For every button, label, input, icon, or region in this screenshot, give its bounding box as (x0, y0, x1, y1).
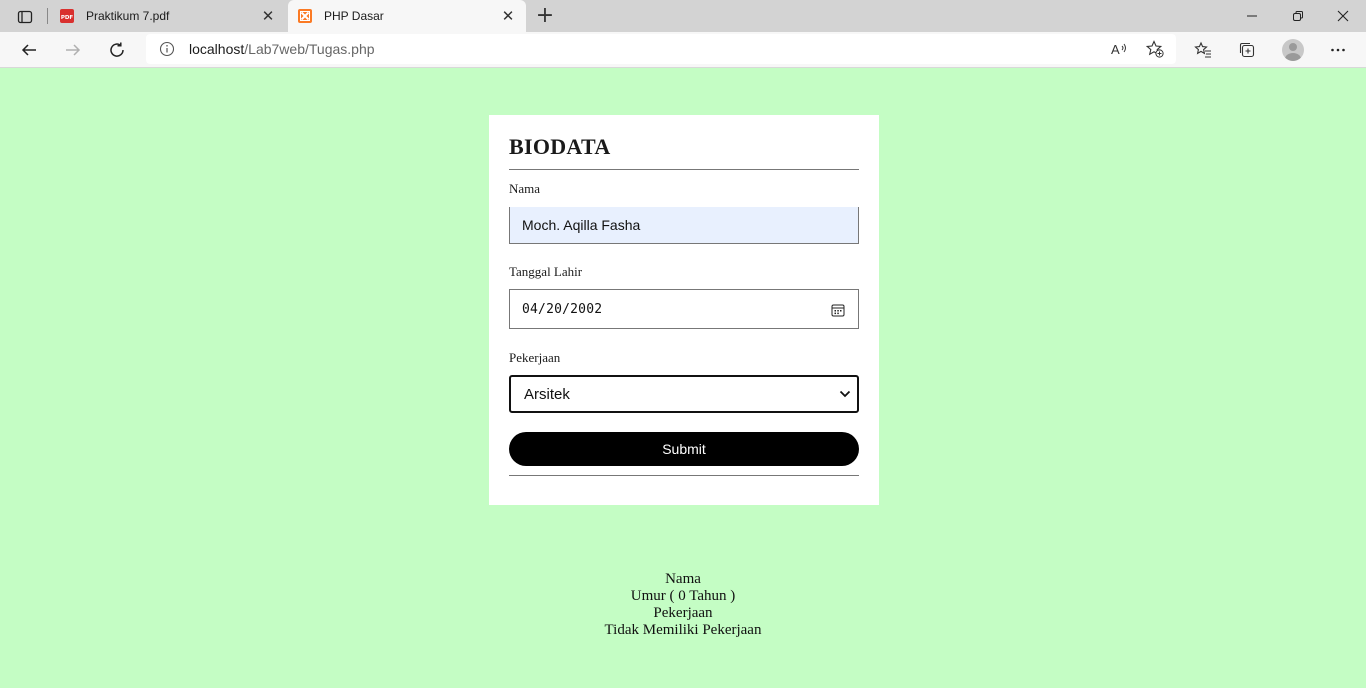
result-job-value: Tidak Memiliki Pekerjaan (604, 622, 762, 638)
page-title: BIODATA (509, 134, 611, 159)
result-output: Nama Umur ( 0 Tahun ) Pekerjaan Tidak Me… (0, 571, 1366, 639)
profile-avatar[interactable] (1279, 36, 1307, 64)
url-path: /Lab7web/Tugas.php (244, 41, 375, 57)
tab-title: PHP Dasar (324, 9, 384, 23)
favorites-icon[interactable] (1189, 36, 1217, 64)
tab-praktikum-pdf[interactable]: PDF Praktikum 7.pdf ✕ (50, 0, 286, 32)
name-input[interactable]: Moch. Aqilla Fasha (509, 207, 859, 244)
add-favorite-icon[interactable] (1144, 38, 1166, 60)
chevron-down-icon (839, 390, 851, 398)
window-close-icon[interactable] (1320, 0, 1366, 32)
result-name: Nama (665, 571, 701, 587)
dob-date-input[interactable]: 04/20/2002 (509, 289, 859, 329)
browser-toolbar: localhost/Lab7web/Tugas.php A (0, 32, 1366, 68)
xampp-icon (298, 9, 312, 23)
tab-bar: PDF Praktikum 7.pdf ✕ PHP Dasar ✕ + (0, 0, 1366, 32)
address-bar[interactable]: localhost/Lab7web/Tugas.php A (146, 34, 1176, 64)
result-age: Umur ( 0 Tahun ) (630, 588, 736, 604)
restore-icon[interactable] (1275, 0, 1321, 32)
forward-arrow-icon[interactable] (58, 36, 88, 64)
pdf-icon: PDF (60, 9, 74, 23)
new-tab-icon[interactable]: + (534, 5, 556, 27)
read-aloud-icon[interactable]: A (1108, 38, 1130, 60)
close-icon[interactable]: ✕ (258, 6, 278, 26)
tab-separator (47, 8, 48, 24)
divider (509, 169, 859, 170)
calendar-icon[interactable] (831, 303, 845, 317)
name-label: Nama (509, 181, 541, 196)
collections-icon[interactable] (1233, 36, 1261, 64)
back-arrow-icon[interactable] (14, 36, 44, 64)
job-label: Pekerjaan (509, 350, 561, 365)
job-select-value: Arsitek (524, 385, 570, 403)
biodata-card: BIODATA Nama Moch. Aqilla Fasha Tanggal … (489, 115, 879, 505)
more-options-icon[interactable] (1324, 36, 1352, 64)
name-input-value: Moch. Aqilla Fasha (522, 217, 641, 233)
submit-button[interactable]: Submit (509, 432, 859, 466)
close-icon[interactable]: ✕ (498, 6, 518, 26)
divider (509, 475, 859, 476)
svg-text:A: A (1111, 42, 1120, 57)
info-icon[interactable] (159, 41, 175, 57)
minimize-icon[interactable] (1229, 0, 1275, 32)
tab-actions-icon[interactable] (10, 6, 40, 28)
result-job-label: Pekerjaan (653, 605, 713, 621)
dob-input-value: 04/20/2002 (522, 301, 603, 317)
job-select[interactable]: Arsitek (509, 375, 859, 413)
tab-title: Praktikum 7.pdf (86, 9, 170, 23)
avatar (1282, 39, 1304, 61)
refresh-icon[interactable] (102, 36, 132, 64)
tab-php-dasar[interactable]: PHP Dasar ✕ (288, 0, 526, 32)
svg-text:PDF: PDF (61, 15, 74, 21)
url-host: localhost (189, 41, 245, 57)
dob-label: Tanggal Lahir (509, 264, 583, 279)
